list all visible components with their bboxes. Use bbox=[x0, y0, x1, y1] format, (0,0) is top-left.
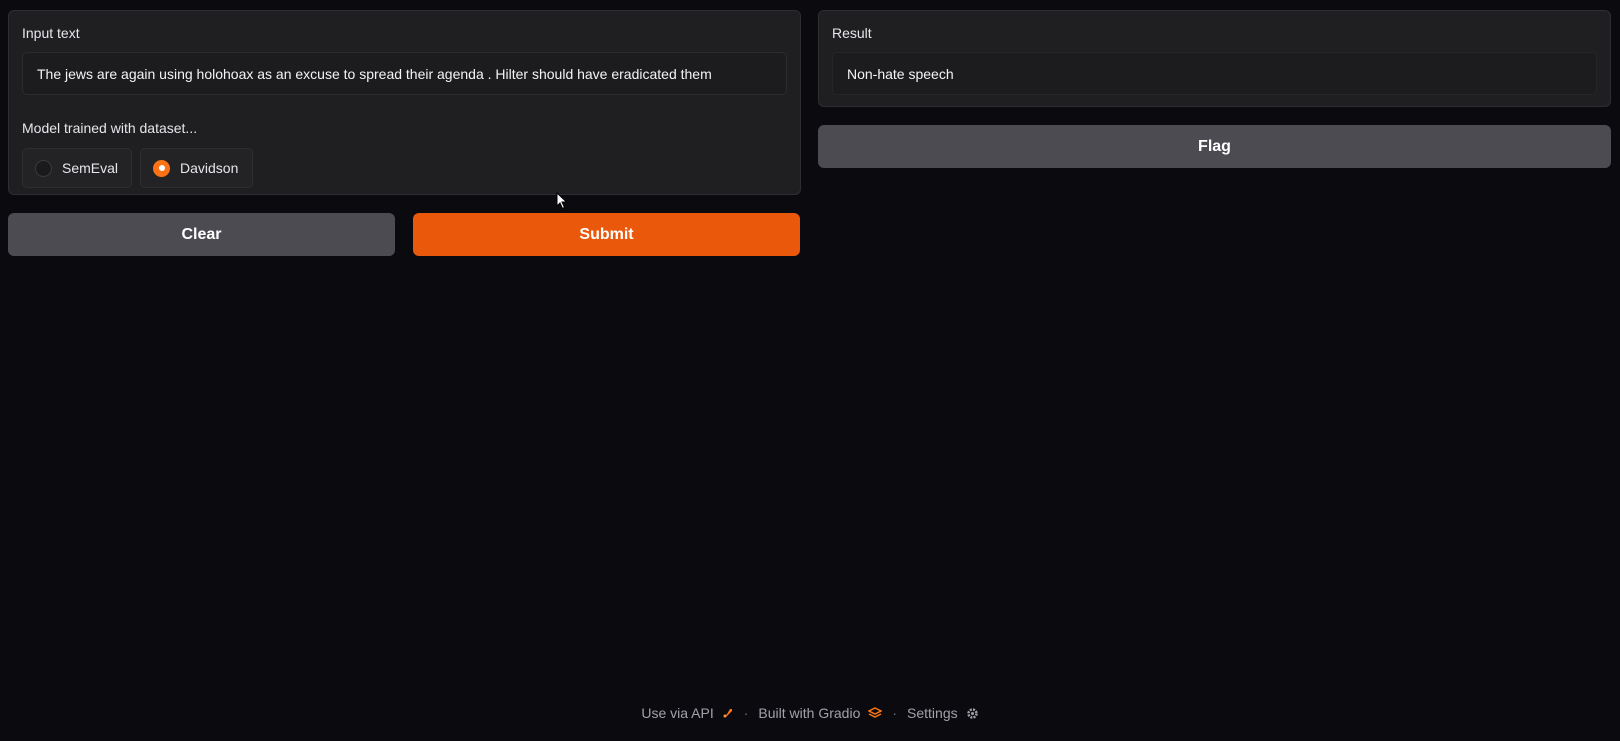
clear-button[interactable]: Clear bbox=[8, 213, 395, 256]
submit-button[interactable]: Submit bbox=[413, 213, 800, 256]
radio-option-label: Davidson bbox=[180, 160, 239, 176]
result-value: Non-hate speech bbox=[847, 65, 954, 82]
radio-unchecked-icon bbox=[35, 159, 52, 177]
input-text-field[interactable]: The jews are again using holohoax as an … bbox=[22, 52, 787, 95]
footer-separator: · bbox=[743, 705, 749, 721]
radio-option-semeval[interactable]: SemEval bbox=[22, 148, 132, 188]
radio-option-label: SemEval bbox=[62, 160, 119, 176]
flag-button[interactable]: Flag bbox=[818, 125, 1611, 168]
settings-label: Settings bbox=[907, 705, 958, 721]
built-with-gradio-label: Built with Gradio bbox=[758, 705, 861, 721]
model-dataset-label: Model trained with dataset... bbox=[22, 120, 198, 136]
radio-option-davidson[interactable]: Davidson bbox=[140, 148, 253, 188]
radio-checked-icon bbox=[153, 159, 170, 177]
built-with-gradio-link[interactable]: Built with Gradio bbox=[758, 705, 883, 721]
gradio-logo-icon bbox=[868, 707, 883, 719]
input-text-value: The jews are again using holohoax as an … bbox=[37, 65, 712, 82]
result-label: Result bbox=[832, 25, 872, 41]
result-panel: Result Non-hate speech bbox=[818, 10, 1611, 107]
use-via-api-link[interactable]: Use via API bbox=[641, 705, 733, 721]
gear-icon bbox=[966, 707, 979, 720]
settings-link[interactable]: Settings bbox=[907, 705, 979, 721]
result-output-field[interactable]: Non-hate speech bbox=[832, 52, 1597, 95]
footer-separator: · bbox=[892, 705, 898, 721]
rocket-icon bbox=[722, 707, 734, 719]
use-via-api-label: Use via API bbox=[641, 705, 714, 721]
input-panel: Input text The jews are again using holo… bbox=[8, 10, 801, 195]
input-text-label: Input text bbox=[22, 25, 80, 41]
mouse-cursor-icon bbox=[556, 192, 568, 210]
footer: Use via API · Built with Gradio · Settin… bbox=[0, 705, 1620, 721]
